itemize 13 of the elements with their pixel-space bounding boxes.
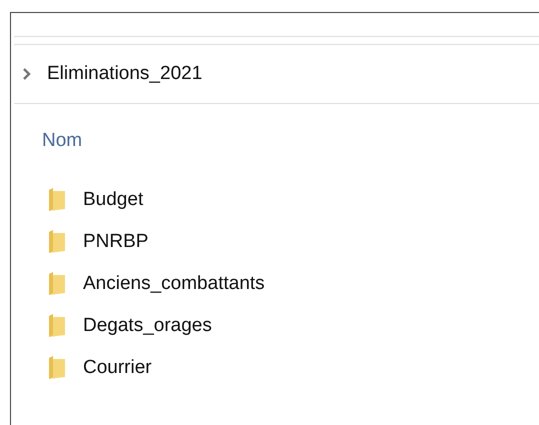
folder-icon bbox=[48, 188, 66, 211]
column-header[interactable]: Nom bbox=[42, 130, 82, 152]
folder-icon bbox=[48, 272, 66, 295]
breadcrumb-folder[interactable]: Eliminations_2021 bbox=[47, 63, 202, 85]
folder-icon bbox=[48, 230, 66, 253]
folder-name[interactable]: Anciens_combattants bbox=[83, 272, 265, 294]
folder-icon bbox=[48, 356, 66, 379]
folder-name[interactable]: PNRBP bbox=[83, 230, 148, 252]
folder-icon bbox=[48, 314, 66, 337]
folder-name[interactable]: Degats_orages bbox=[83, 314, 212, 336]
folder-name[interactable]: Budget bbox=[83, 188, 144, 210]
folder-name[interactable]: Courrier bbox=[83, 356, 152, 378]
chevron-icon[interactable] bbox=[23, 68, 31, 80]
